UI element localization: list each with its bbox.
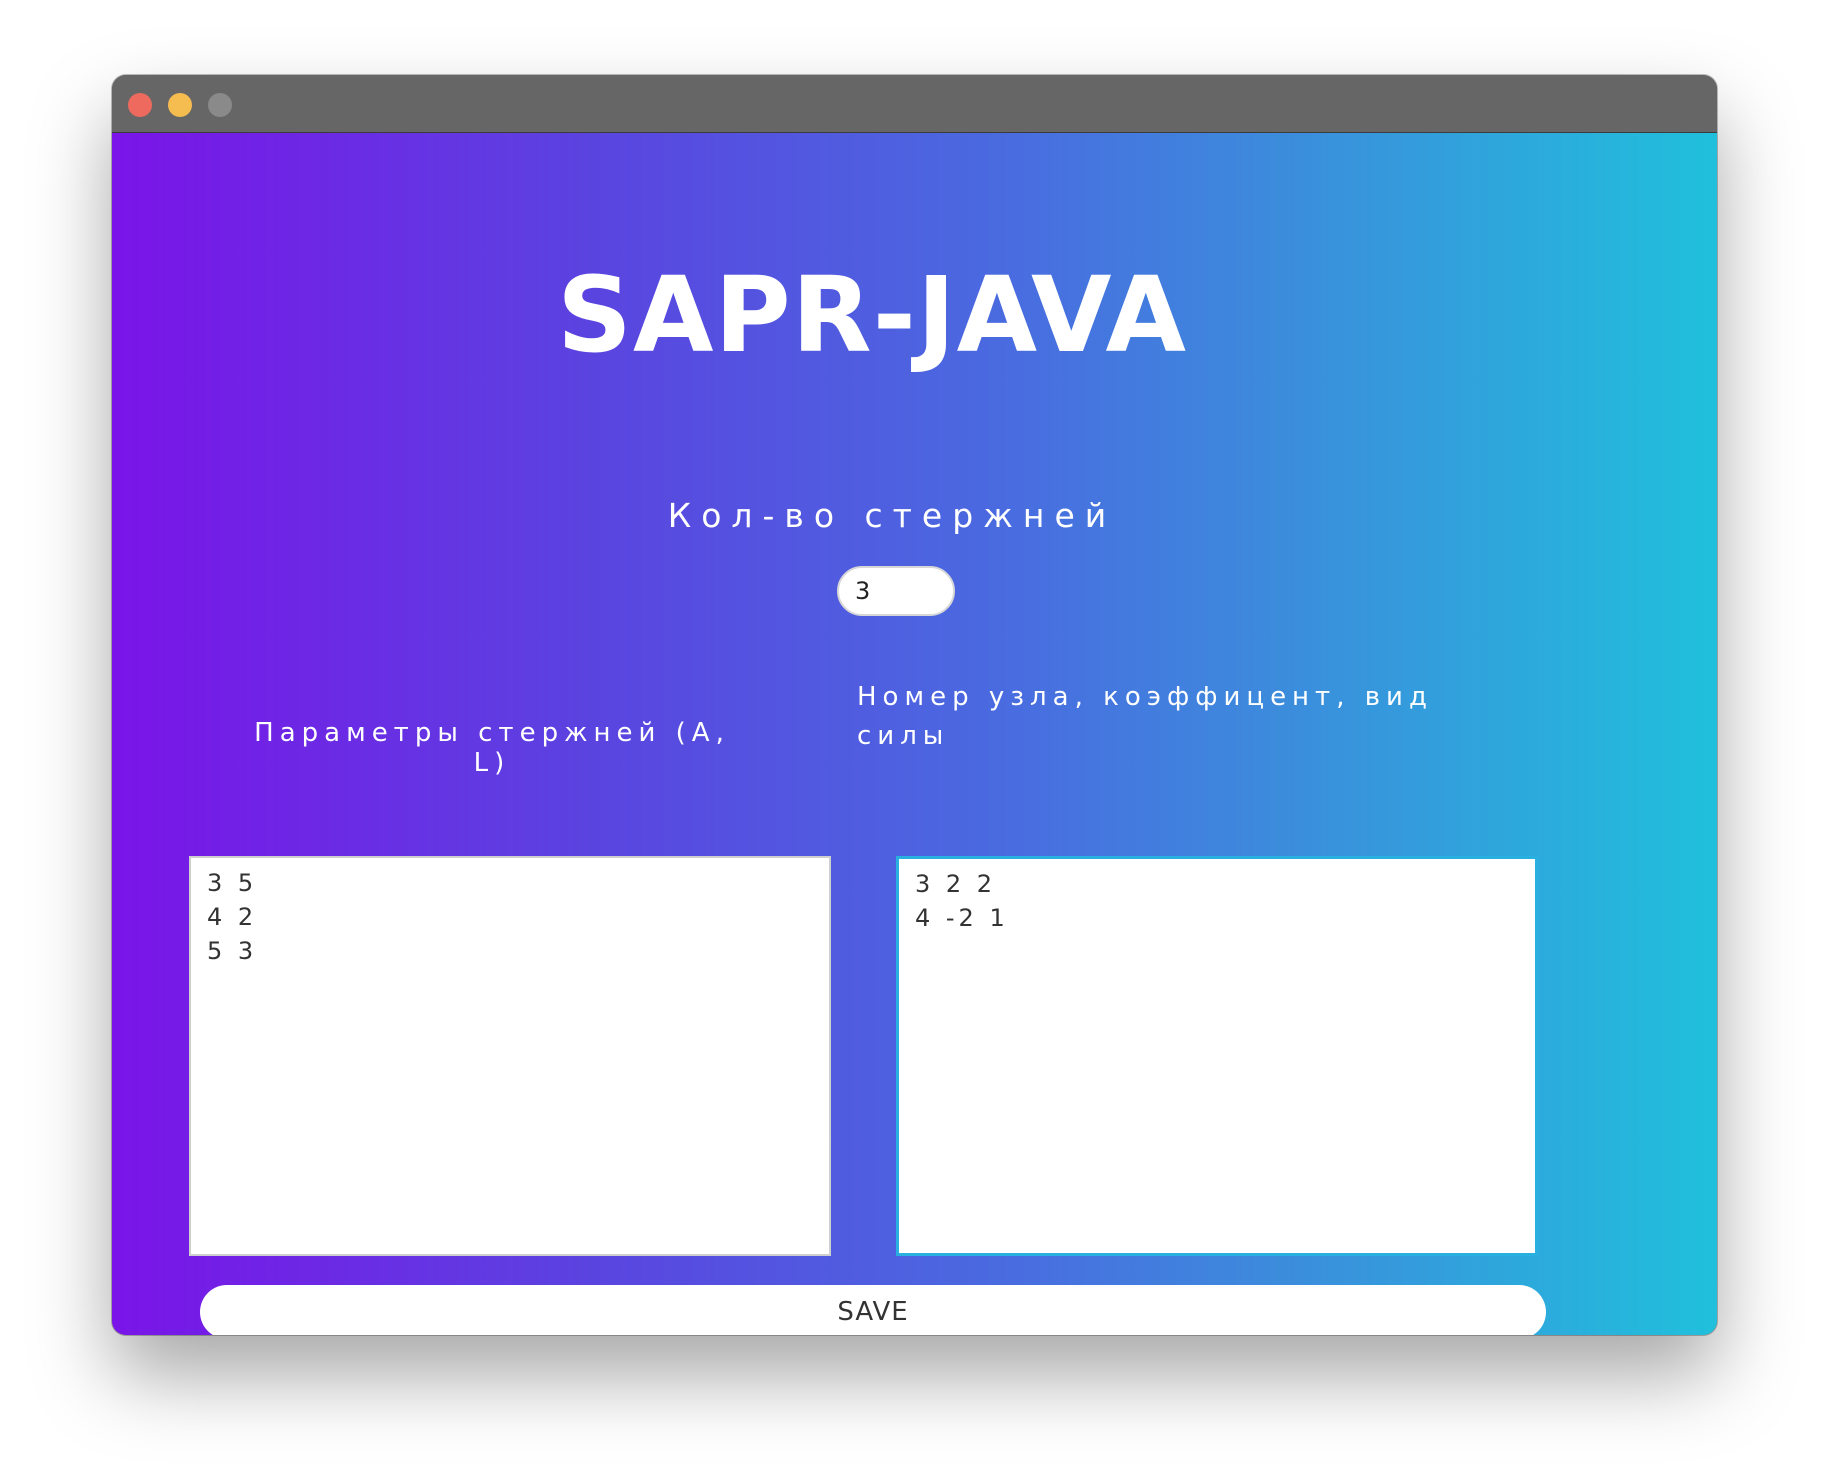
rod-count-label: Кол-во стержней	[667, 496, 1117, 535]
node-forces-label: Номер узла, коэффицент, вид силы	[857, 682, 1433, 751]
node-forces-textarea[interactable]	[896, 856, 1538, 1256]
save-button[interactable]: SAVE	[200, 1285, 1546, 1335]
maximize-icon[interactable]	[208, 93, 232, 117]
rod-count-input[interactable]	[837, 566, 955, 616]
app-window: SAPR-JAVA Кол-во стержней Параметры стер…	[112, 75, 1717, 1335]
rod-params-textarea[interactable]	[189, 856, 831, 1256]
close-icon[interactable]	[128, 93, 152, 117]
title-bar[interactable]	[112, 75, 1717, 133]
main-panel: SAPR-JAVA Кол-во стержней Параметры стер…	[112, 133, 1717, 1335]
app-title: SAPR-JAVA	[557, 254, 1187, 376]
minimize-icon[interactable]	[168, 93, 192, 117]
rod-params-label: Параметры стержней (A, L)	[254, 718, 730, 778]
